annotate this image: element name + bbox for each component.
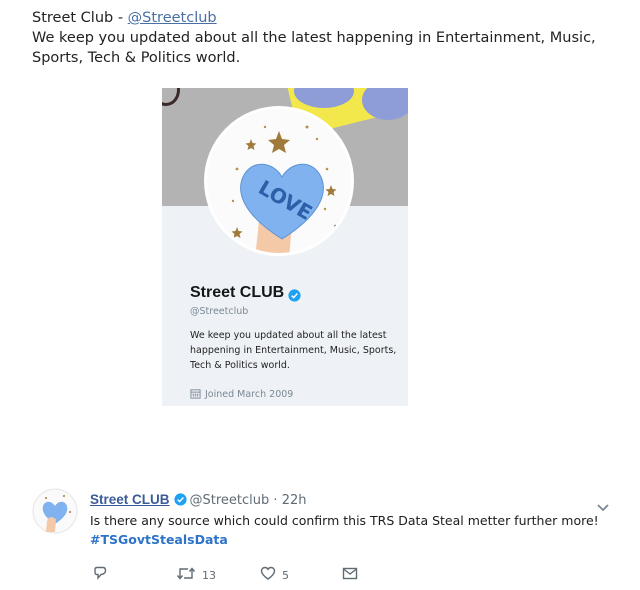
tweet-hashtag-link[interactable]: #TSGovtStealsData <box>90 532 228 547</box>
retweet-icon <box>176 566 196 584</box>
profile-card: LOVE Street CLUB @Streetclub We keep you… <box>162 88 408 406</box>
tweet: Street CLUB @Streetclub · 22h Is there an… <box>0 480 640 590</box>
account-handle-link[interactable]: @Streetclub <box>128 10 217 26</box>
account-bio: We keep you updated about all the latest… <box>32 30 596 66</box>
tweet-header: Street CLUB @Streetclub · 22h <box>90 492 306 510</box>
tweet-author-handle[interactable]: @Streetclub <box>190 493 270 508</box>
tweet-time[interactable]: 22h <box>282 493 307 508</box>
account-name: Street Club <box>32 10 114 26</box>
profile-card-body: Street CLUB @Streetclub We keep you upda… <box>162 206 408 406</box>
tweet-separator: · <box>269 493 282 508</box>
tweet-actions: 13 5 <box>90 566 390 586</box>
tweet-text: Is there any source which could confirm … <box>90 513 599 528</box>
like-count: 5 <box>282 568 289 582</box>
like-icon <box>260 566 276 584</box>
profile-name[interactable]: Street CLUB <box>190 284 284 302</box>
like-button[interactable]: 5 <box>260 566 289 584</box>
reply-icon <box>92 566 108 584</box>
verified-icon <box>288 287 301 306</box>
calendar-icon <box>190 388 201 402</box>
joined-date: Joined March 2009 <box>205 389 294 400</box>
message-icon <box>342 566 358 584</box>
tweet-author-name[interactable]: Street CLUB <box>90 492 170 507</box>
intro-text: Street Club - @Streetclub We keep you up… <box>32 8 622 68</box>
profile-bio: We keep you updated about all the latest… <box>190 330 397 371</box>
profile-handle[interactable]: @Streetclub <box>190 306 248 317</box>
name-separator: - <box>113 10 128 26</box>
profile-joined: Joined March 2009 <box>190 388 293 402</box>
tweet-avatar[interactable] <box>32 488 78 534</box>
message-button[interactable] <box>342 566 358 584</box>
tweet-verified-icon <box>173 493 187 510</box>
retweet-button[interactable]: 13 <box>176 566 216 584</box>
retweet-count: 13 <box>202 568 216 582</box>
reply-button[interactable] <box>92 566 114 584</box>
